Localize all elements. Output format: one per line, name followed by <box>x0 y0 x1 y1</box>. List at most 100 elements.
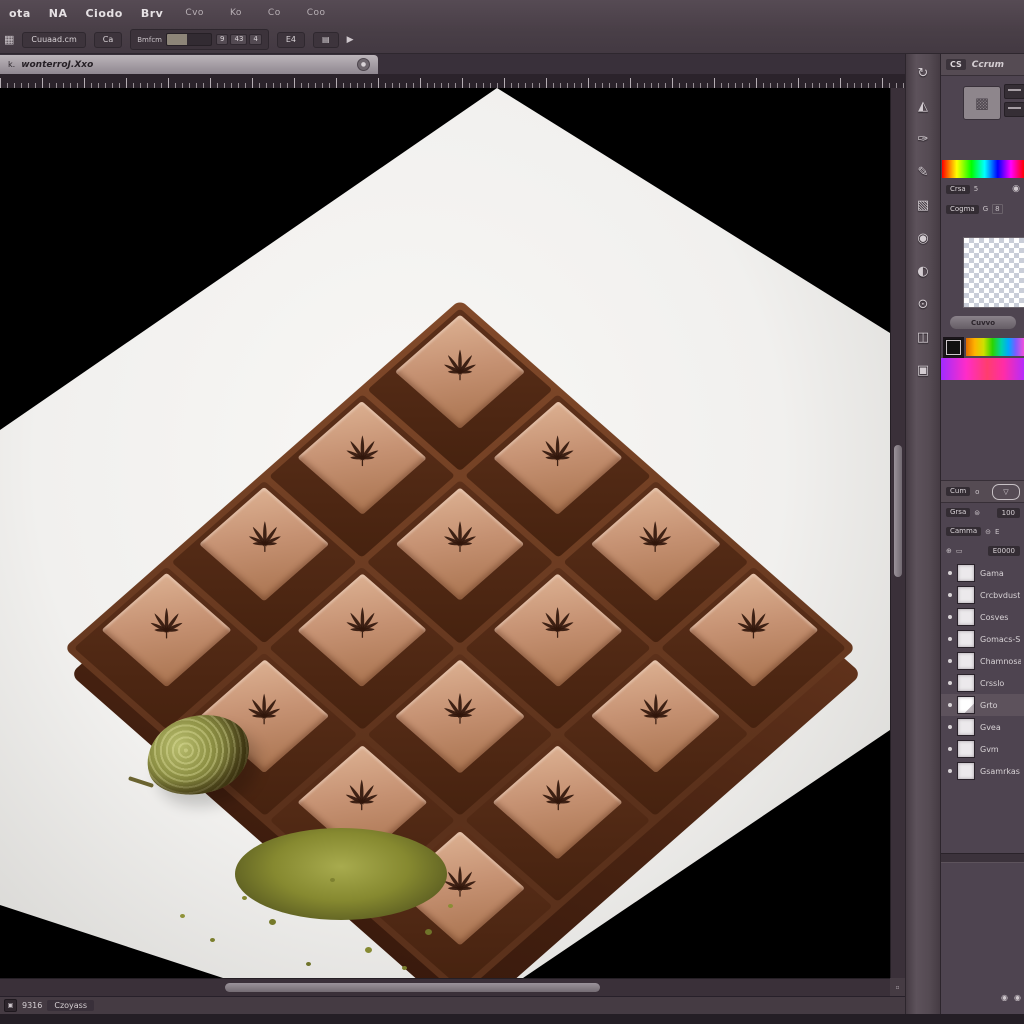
panel-button-2[interactable] <box>1004 102 1024 117</box>
zoom-level[interactable]: 9316 <box>22 1001 42 1010</box>
rainbow-gradient-bar[interactable] <box>966 338 1024 356</box>
document-tab[interactable]: k. wonterroJ.Xxo ● <box>0 55 378 74</box>
layer-visibility-icon[interactable] <box>948 659 952 663</box>
layer-row-7[interactable]: Gvea <box>941 716 1024 738</box>
fill-value[interactable]: E0000 <box>988 546 1020 556</box>
layer-thumbnail[interactable] <box>957 718 975 736</box>
menu-item-1[interactable]: NA <box>40 7 77 20</box>
layer-row-0[interactable]: Gama <box>941 562 1024 584</box>
fill-icon-1[interactable]: ⊕ <box>946 547 952 555</box>
tool-preset-icon[interactable]: ▦ <box>4 33 14 46</box>
layer-visibility-icon[interactable] <box>948 571 952 575</box>
hand-tool-icon[interactable]: ↻ <box>912 64 934 83</box>
panel-header-chip[interactable]: CS <box>946 59 966 70</box>
preset-thumbnail-icon[interactable]: ▩ <box>963 86 1001 120</box>
layer-thumbnail[interactable] <box>957 674 975 692</box>
menu-item-2[interactable]: Ciodo <box>76 7 131 20</box>
layer-thumbnail[interactable] <box>957 740 975 758</box>
clone-stamp-tool-icon[interactable]: ◉ <box>912 229 934 248</box>
options-mini-button-1[interactable]: 43 <box>230 34 247 45</box>
foreground-color-swatch[interactable] <box>943 337 964 358</box>
menu-item-5[interactable]: Ko <box>217 8 255 18</box>
cannabis-leaf-icon <box>430 689 491 742</box>
row2-label[interactable]: Cogma <box>946 205 979 214</box>
opacity-label[interactable]: Grsa <box>946 508 970 517</box>
layer-thumbnail[interactable] <box>957 696 975 714</box>
brush-tool-icon[interactable]: ✑ <box>912 130 934 149</box>
layers-footer-icon-0[interactable]: ◉ <box>1001 993 1008 1002</box>
lasso-tool-icon[interactable]: ◭ <box>912 97 934 116</box>
layer-visibility-icon[interactable] <box>948 615 952 619</box>
close-icon[interactable]: ● <box>357 58 370 71</box>
menu-item-0[interactable]: ota <box>0 7 40 20</box>
status-doc-chip[interactable]: Czoyass <box>47 1000 94 1011</box>
layer-row-1[interactable]: Crcbvdust <box>941 584 1024 606</box>
layer-row-4[interactable]: Chamnosat <box>941 650 1024 672</box>
ground-herb-pile <box>235 828 447 920</box>
options-input[interactable] <box>166 33 212 46</box>
eyedropper-tool-icon[interactable]: ⊙ <box>912 295 934 314</box>
horizontal-scrollbar-thumb[interactable] <box>225 983 600 992</box>
dodge-tool-icon[interactable]: ◐ <box>912 262 934 281</box>
options-chip-2[interactable]: ▤ <box>313 32 339 48</box>
layers-tab[interactable]: Cum <box>946 487 970 496</box>
lock-label[interactable]: Camma <box>946 527 981 536</box>
menu-item-3[interactable]: Brv <box>132 7 172 20</box>
layer-name: Grto <box>980 701 998 710</box>
options-chip-1[interactable]: E4 <box>277 32 305 48</box>
layer-visibility-icon[interactable] <box>948 725 952 729</box>
color-spectrum-bar[interactable] <box>942 160 1024 178</box>
layer-visibility-icon[interactable] <box>948 593 952 597</box>
panel-header-tab[interactable]: Ccrum <box>972 60 1004 70</box>
layer-visibility-icon[interactable] <box>948 681 952 685</box>
layer-thumbnail[interactable] <box>957 630 975 648</box>
options-button-2[interactable]: Ca <box>94 32 123 48</box>
menu-item-7[interactable]: Coo <box>294 8 339 18</box>
layer-row-2[interactable]: Cosves <box>941 606 1024 628</box>
swatch-label-pill[interactable]: Cuvvo <box>950 316 1016 329</box>
cannabis-leaf-icon <box>430 517 491 570</box>
marquee-tool-icon[interactable]: ▧ <box>912 196 934 215</box>
layer-row-8[interactable]: Gvm <box>941 738 1024 760</box>
layer-row-6[interactable]: Grto <box>941 694 1024 716</box>
cannabis-leaf-icon <box>723 603 784 656</box>
crop-tool-icon[interactable]: ◫ <box>912 328 934 347</box>
horizontal-scrollbar[interactable] <box>0 978 890 996</box>
lock-icon[interactable]: ⊝ <box>985 528 991 536</box>
herb-specks <box>330 878 335 882</box>
options-mini-button-2[interactable]: 4 <box>249 34 261 45</box>
layer-thumbnail[interactable] <box>957 564 975 582</box>
layer-visibility-icon[interactable] <box>948 637 952 641</box>
layers-footer-icon-1[interactable]: ◉ <box>1014 993 1021 1002</box>
shield-icon[interactable]: ▽ <box>992 484 1020 500</box>
zoom-tool-icon[interactable]: ▣ <box>912 361 934 380</box>
options-button-1[interactable]: Cuuaad.cm <box>22 32 85 48</box>
layer-row-5[interactable]: Crsslo <box>941 672 1024 694</box>
panel-button-1[interactable] <box>1004 84 1024 99</box>
layer-thumbnail[interactable] <box>957 762 975 780</box>
transparency-swatch[interactable] <box>963 237 1024 308</box>
options-mini-button-0[interactable]: 9 <box>216 34 228 45</box>
layer-visibility-icon[interactable] <box>948 769 952 773</box>
eye-icon[interactable]: ◉ <box>1012 184 1020 194</box>
opacity-value[interactable]: 100 <box>997 508 1020 518</box>
row1-label[interactable]: Crsa <box>946 185 970 194</box>
vertical-scrollbar[interactable] <box>890 88 905 978</box>
menu-item-6[interactable]: Co <box>255 8 294 18</box>
options-flyout-arrow-icon[interactable]: ▶ <box>347 35 354 45</box>
layer-thumbnail[interactable] <box>957 608 975 626</box>
layer-visibility-icon[interactable] <box>948 703 952 707</box>
options-group-buttons: 9434 <box>216 34 262 45</box>
magenta-gradient-bar[interactable] <box>941 358 1024 380</box>
layer-row-9[interactable]: Gsamrkas <box>941 760 1024 782</box>
menu-item-4[interactable]: Cvo <box>172 8 217 18</box>
layer-row-3[interactable]: Gomacs-Su <box>941 628 1024 650</box>
layer-thumbnail[interactable] <box>957 652 975 670</box>
canvas-area[interactable] <box>0 88 890 978</box>
pen-tool-icon[interactable]: ✎ <box>912 163 934 182</box>
vertical-scrollbar-thumb[interactable] <box>894 445 902 577</box>
layer-visibility-icon[interactable] <box>948 747 952 751</box>
fill-icon-2[interactable]: ▭ <box>956 547 963 555</box>
row2-value[interactable]: 8 <box>992 204 1002 214</box>
layer-thumbnail[interactable] <box>957 586 975 604</box>
